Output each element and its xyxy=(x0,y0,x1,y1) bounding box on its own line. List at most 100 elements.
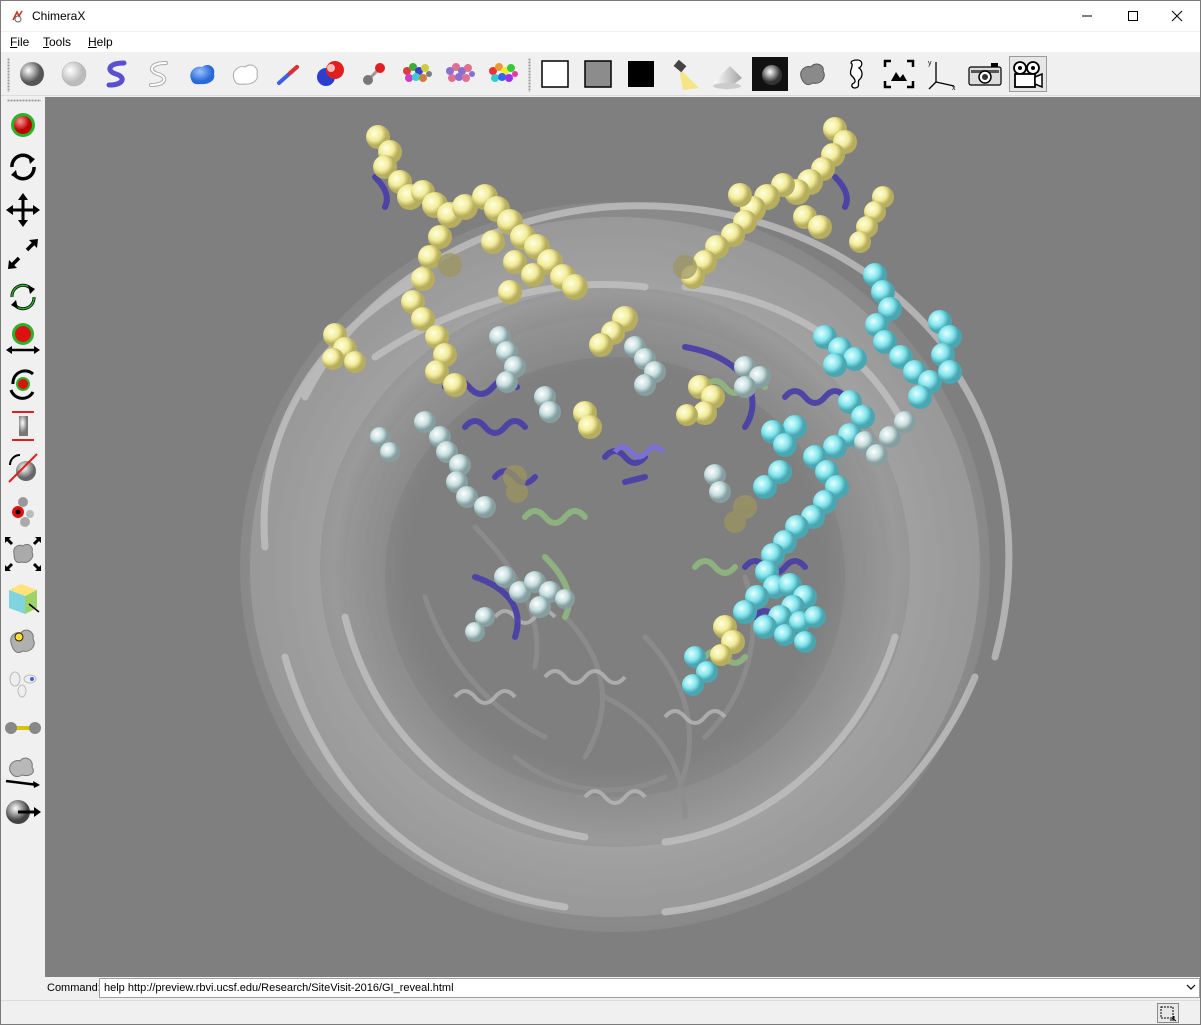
ball-and-stick-icon xyxy=(363,63,385,85)
minimize-icon xyxy=(1082,15,1092,17)
translate-icon xyxy=(6,193,40,227)
color-key-icon xyxy=(9,671,37,698)
seahorse-icon xyxy=(849,59,863,89)
toolbar-grip-2[interactable] xyxy=(528,58,531,92)
tug-button[interactable] xyxy=(3,708,43,748)
tug-icon xyxy=(5,722,41,734)
chevron-down-icon[interactable] xyxy=(1185,981,1197,993)
snapshot-camera-icon xyxy=(968,63,1002,86)
bond-rotation-icon xyxy=(8,453,38,483)
resize-icon xyxy=(4,536,42,572)
view-all-button[interactable] xyxy=(880,56,918,92)
snapshot-button[interactable] xyxy=(966,56,1004,92)
pick-blobs-button[interactable] xyxy=(3,750,43,790)
movie-record-button[interactable] xyxy=(1009,56,1047,92)
move-picked-models-button[interactable] xyxy=(3,621,43,661)
soft-lighting-icon xyxy=(713,66,742,90)
move-selected-button[interactable] xyxy=(3,319,43,359)
color-by-chain-icon xyxy=(403,63,432,82)
color-by-chain-button[interactable] xyxy=(398,56,436,92)
resize-button[interactable] xyxy=(3,534,43,574)
distance-button[interactable] xyxy=(3,406,43,446)
color-key-button[interactable] xyxy=(3,664,43,704)
silhouette-icon xyxy=(800,63,825,86)
mouse-modes-toolbar xyxy=(1,97,45,977)
black-background-icon xyxy=(628,61,654,87)
view-all-icon xyxy=(883,59,915,89)
atoms-sphere-icon xyxy=(20,62,44,86)
axes-icon: yx xyxy=(928,60,956,90)
full-lighting-button[interactable] xyxy=(751,56,789,92)
close-button[interactable] xyxy=(1154,1,1200,31)
gray-background-button[interactable] xyxy=(579,56,617,92)
orient-button[interactable] xyxy=(837,56,875,92)
ball-and-stick-button[interactable] xyxy=(355,56,393,92)
color-by-polymer-icon xyxy=(446,63,475,82)
sticks-button[interactable] xyxy=(269,56,307,92)
zoom-icon xyxy=(8,239,38,269)
rotate-mode-button[interactable] xyxy=(3,147,43,187)
status-bar xyxy=(1,1000,1200,1024)
maximize-icon xyxy=(1128,11,1138,21)
spheres-button[interactable] xyxy=(312,56,350,92)
black-background-button[interactable] xyxy=(622,56,660,92)
translate-mode-button[interactable] xyxy=(3,190,43,230)
command-label: Command: xyxy=(47,982,101,994)
play-coordinates-button[interactable] xyxy=(3,792,43,832)
minimize-button[interactable] xyxy=(1064,1,1110,31)
white-background-button[interactable] xyxy=(536,56,574,92)
sidebar-grip[interactable] xyxy=(7,99,41,102)
select-icon xyxy=(11,113,35,137)
resize-grip-icon xyxy=(1160,1006,1177,1022)
surface-hide-button[interactable] xyxy=(226,56,264,92)
svg-text:x: x xyxy=(952,85,956,90)
cartoon-show-button[interactable] xyxy=(98,56,136,92)
rotate-selected-button[interactable] xyxy=(3,277,43,317)
rainbow-button[interactable] xyxy=(484,56,522,92)
cartoon-hide-button[interactable] xyxy=(140,56,178,92)
atoms-hide-button[interactable] xyxy=(55,56,93,92)
swap-amino-acid-icon xyxy=(12,497,34,527)
swap-amino-acid-button[interactable] xyxy=(3,492,43,532)
soft-lighting-button[interactable] xyxy=(708,56,746,92)
cartoon-show-icon xyxy=(106,60,127,88)
svg-text:y: y xyxy=(928,60,932,67)
title-bar: ChimeraX xyxy=(1,1,1200,31)
close-icon xyxy=(1171,10,1183,22)
status-toggle-button[interactable] xyxy=(1157,1003,1179,1023)
menu-help[interactable]: Help xyxy=(88,35,113,49)
command-line: Command: help http://preview.rbvi.ucsf.e… xyxy=(45,978,1200,999)
box-icon xyxy=(9,584,40,614)
zoom-mode-button[interactable] xyxy=(3,234,43,274)
window-title: ChimeraX xyxy=(32,9,86,23)
pick-blobs-icon xyxy=(5,757,40,788)
cartoon-hide-icon xyxy=(149,61,168,87)
full-lighting-icon xyxy=(752,57,788,91)
toolbar-grip[interactable] xyxy=(7,58,10,92)
surface-show-button[interactable] xyxy=(183,56,221,92)
color-by-polymer-button[interactable] xyxy=(441,56,479,92)
axes-button[interactable]: yx xyxy=(923,56,961,92)
atoms-sphere-button[interactable] xyxy=(13,56,51,92)
box-button[interactable] xyxy=(3,578,43,618)
bond-rotation-button[interactable] xyxy=(3,448,43,488)
main-toolbar: yx xyxy=(1,52,1200,96)
atoms-hide-icon xyxy=(61,61,87,87)
graphics-viewport[interactable] xyxy=(45,97,1200,977)
maximize-button[interactable] xyxy=(1110,1,1156,31)
move-picked-models-icon xyxy=(10,629,35,654)
rotate-atoms-icon xyxy=(9,369,35,400)
command-input[interactable]: help http://preview.rbvi.ucsf.edu/Resear… xyxy=(99,978,1200,998)
select-mode-button[interactable] xyxy=(3,105,43,145)
rainbow-icon xyxy=(489,63,518,82)
silhouette-button[interactable] xyxy=(794,56,832,92)
rotate-icon xyxy=(10,153,36,181)
menu-tools[interactable]: Tools xyxy=(43,35,71,49)
menu-file[interactable]: File xyxy=(10,35,29,49)
chimerax-logo-icon xyxy=(12,10,23,23)
chimerax-window: ChimeraX File Tools Help y x Command: he… xyxy=(0,0,1201,1025)
molecule-structure-render xyxy=(240,117,1013,932)
simple-lighting-button[interactable] xyxy=(665,56,703,92)
menu-bar: File Tools Help xyxy=(1,32,1200,52)
rotate-atoms-button[interactable] xyxy=(3,362,43,402)
